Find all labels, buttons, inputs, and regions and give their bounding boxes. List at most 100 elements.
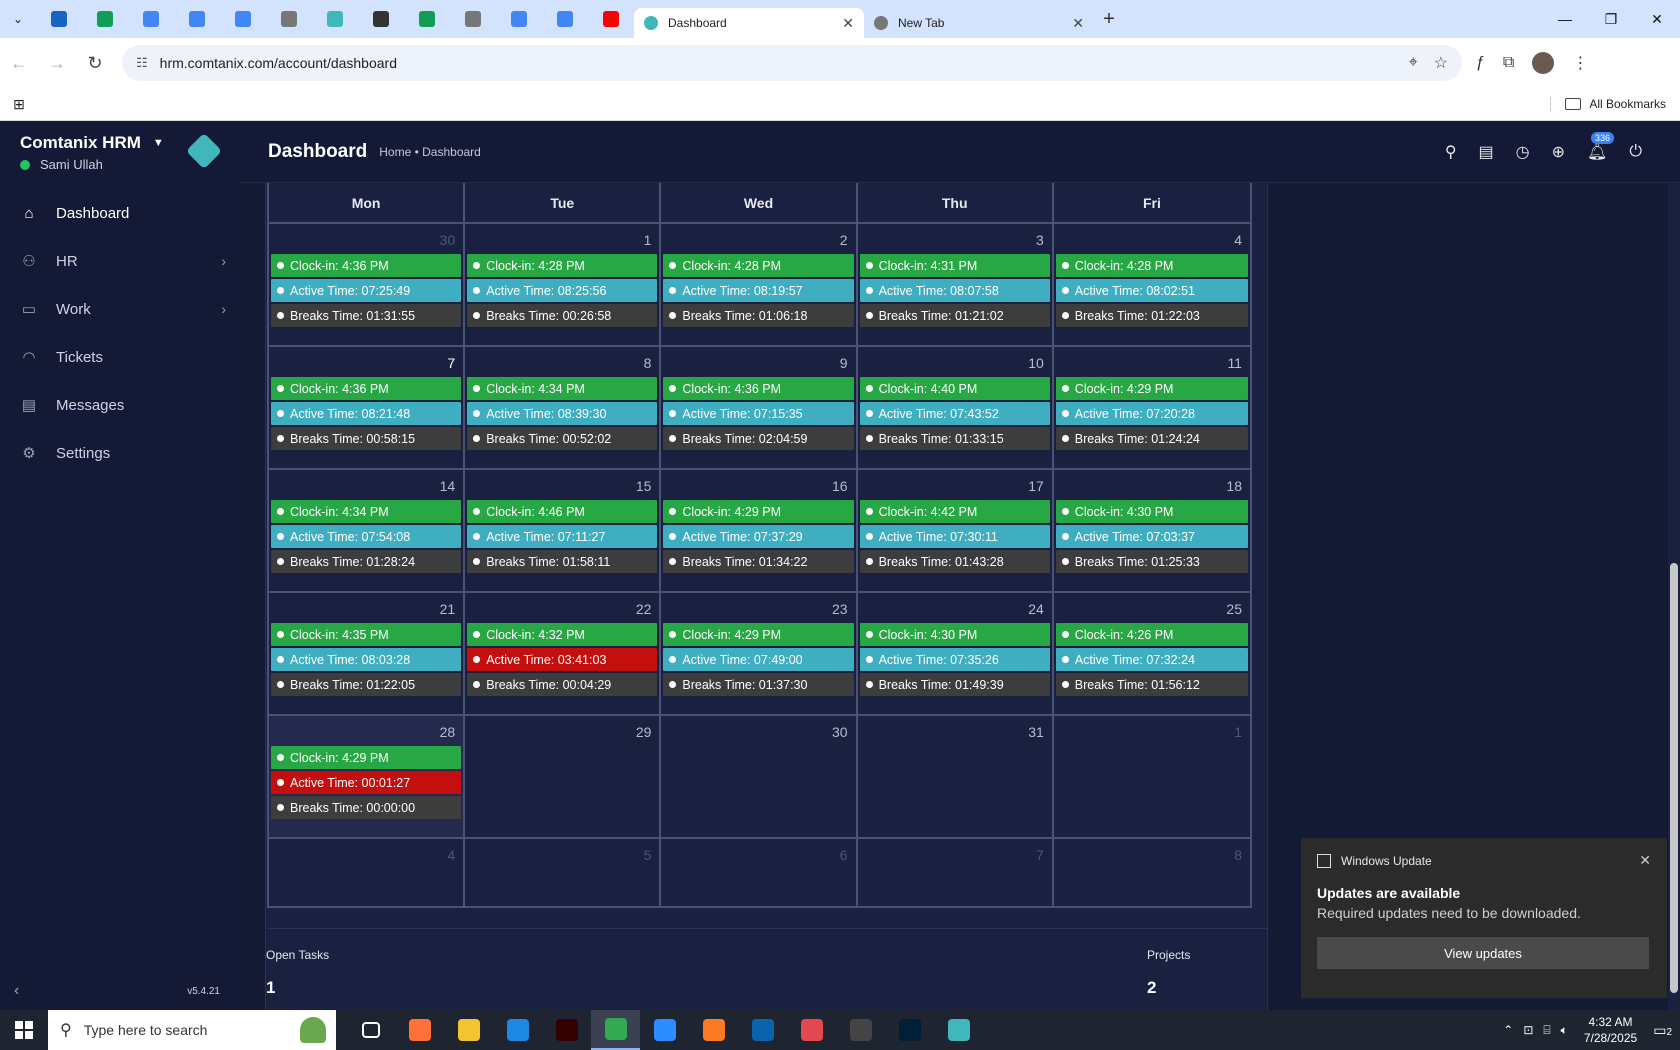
pinned-tab[interactable] bbox=[266, 0, 312, 38]
calendar-day-cell[interactable]: 5 bbox=[465, 839, 662, 906]
pinned-tab[interactable] bbox=[588, 0, 634, 38]
attendance-event[interactable]: Active Time: 08:07:58 bbox=[859, 279, 1050, 302]
open-tasks-value[interactable]: 1 bbox=[266, 978, 275, 998]
attendance-event[interactable]: Breaks Time: 01:33:15 bbox=[859, 427, 1050, 450]
attendance-event[interactable]: Breaks Time: 00:52:02 bbox=[467, 427, 658, 450]
calendar-day-cell[interactable]: 1 bbox=[1054, 716, 1250, 837]
attendance-event[interactable]: Active Time: 08:03:28 bbox=[271, 648, 462, 671]
calendar-day-cell[interactable]: 18 Clock-in: 4:30 PM Active Time: 07:03:37… bbox=[1054, 470, 1250, 591]
volume-icon[interactable]: 🔈︎ bbox=[1561, 1023, 1568, 1038]
attendance-event[interactable]: Active Time: 03:41:03 bbox=[467, 648, 658, 671]
profile-avatar[interactable] bbox=[1532, 52, 1555, 74]
attendance-event[interactable]: Clock-in: 4:29 PM bbox=[663, 623, 854, 646]
close-window-button[interactable]: ✕ bbox=[1634, 11, 1680, 28]
calendar-day-cell[interactable]: 24 Clock-in: 4:30 PM Active Time: 07:35:26… bbox=[858, 593, 1054, 714]
taskbar-app[interactable] bbox=[346, 1010, 395, 1050]
calendar-day-cell[interactable]: 30 bbox=[661, 716, 858, 837]
calendar-day-cell[interactable]: 15 Clock-in: 4:46 PM Active Time: 07:11:27… bbox=[465, 470, 662, 591]
calendar-day-cell[interactable]: 14 Clock-in: 4:34 PM Active Time: 07:54:08… bbox=[269, 470, 466, 591]
add-circle-icon[interactable]: ⊕ bbox=[1552, 142, 1565, 162]
pinned-tab[interactable] bbox=[174, 0, 220, 38]
taskbar-search[interactable]: ⚲ Type here to search bbox=[48, 1010, 336, 1050]
attendance-event[interactable]: Clock-in: 4:42 PM bbox=[859, 500, 1050, 523]
network-alert-icon[interactable]: ⊡ bbox=[1523, 1023, 1533, 1037]
taskbar-app[interactable] bbox=[493, 1010, 542, 1050]
wifi-icon[interactable]: ⌸ bbox=[1543, 1023, 1550, 1038]
attendance-event[interactable]: Active Time: 07:30:11 bbox=[859, 525, 1050, 548]
pinned-tab[interactable] bbox=[220, 0, 266, 38]
projects-value[interactable]: 2 bbox=[1147, 978, 1156, 998]
tab-search-button[interactable]: ⌄ bbox=[0, 0, 36, 38]
collapse-sidebar-icon[interactable]: ‹ bbox=[14, 982, 19, 1000]
taskbar-app[interactable] bbox=[787, 1010, 836, 1050]
attendance-event[interactable]: Clock-in: 4:31 PM bbox=[859, 254, 1050, 277]
attendance-event[interactable]: Clock-in: 4:30 PM bbox=[1055, 500, 1248, 523]
chevron-down-icon[interactable]: ▼ bbox=[153, 137, 164, 149]
attendance-event[interactable]: Active Time: 08:19:57 bbox=[663, 279, 854, 302]
attendance-event[interactable]: Clock-in: 4:32 PM bbox=[467, 623, 658, 646]
attendance-event[interactable]: Clock-in: 4:36 PM bbox=[271, 254, 462, 277]
calendar-day-cell[interactable]: 3 Clock-in: 4:31 PM Active Time: 08:07:58 B… bbox=[858, 224, 1054, 345]
calendar-day-cell[interactable]: 29 bbox=[465, 716, 662, 837]
bookmark-star-icon[interactable]: ☆ bbox=[1434, 53, 1448, 73]
reload-button[interactable]: ↻ bbox=[76, 53, 114, 74]
taskbar-app[interactable] bbox=[542, 1010, 591, 1050]
start-button[interactable] bbox=[0, 1010, 48, 1050]
all-bookmarks-button[interactable]: All Bookmarks bbox=[1550, 97, 1666, 111]
attendance-event[interactable]: Breaks Time: 01:37:30 bbox=[663, 673, 854, 696]
attendance-event[interactable]: Active Time: 07:35:26 bbox=[859, 648, 1050, 671]
sidebar-item-hr[interactable]: ⚇ HR › bbox=[0, 237, 240, 285]
attendance-event[interactable]: Active Time: 08:02:51 bbox=[1055, 279, 1248, 302]
calendar-day-cell[interactable]: 21 Clock-in: 4:35 PM Active Time: 08:03:28… bbox=[269, 593, 466, 714]
attendance-event[interactable]: Active Time: 07:32:24 bbox=[1055, 648, 1248, 671]
pinned-tab[interactable] bbox=[450, 0, 496, 38]
attendance-event[interactable]: Breaks Time: 00:04:29 bbox=[467, 673, 658, 696]
attendance-event[interactable]: Breaks Time: 01:22:05 bbox=[271, 673, 462, 696]
calendar-day-cell[interactable]: 4 bbox=[269, 839, 466, 906]
calendar-day-cell[interactable]: 17 Clock-in: 4:42 PM Active Time: 07:30:11… bbox=[858, 470, 1054, 591]
attendance-event[interactable]: Breaks Time: 01:58:11 bbox=[467, 550, 658, 573]
attendance-event[interactable]: Breaks Time: 01:25:33 bbox=[1055, 550, 1248, 573]
omnibox[interactable]: ☷ hrm.comtanix.com/account/dashboard ⌖ ☆ bbox=[122, 45, 1462, 81]
calendar-day-cell[interactable]: 30 Clock-in: 4:36 PM Active Time: 07:25:49… bbox=[269, 224, 466, 345]
scroll-thumb[interactable] bbox=[1670, 563, 1678, 993]
sidebar-item-tickets[interactable]: ◠ Tickets bbox=[0, 333, 240, 381]
attendance-event[interactable]: Clock-in: 4:34 PM bbox=[467, 377, 658, 400]
attendance-event[interactable]: Breaks Time: 01:31:55 bbox=[271, 304, 462, 327]
attendance-event[interactable]: Clock-in: 4:34 PM bbox=[271, 500, 462, 523]
attendance-event[interactable]: Breaks Time: 01:34:22 bbox=[663, 550, 854, 573]
pinned-tab[interactable] bbox=[312, 0, 358, 38]
attendance-event[interactable]: Breaks Time: 00:58:15 bbox=[271, 427, 462, 450]
attendance-event[interactable]: Active Time: 00:01:27 bbox=[271, 771, 462, 794]
sidebar-item-dashboard[interactable]: ⌂ Dashboard bbox=[0, 189, 240, 237]
pinned-tab[interactable] bbox=[128, 0, 174, 38]
calendar-day-cell[interactable]: 7 bbox=[858, 839, 1054, 906]
taskbar-app[interactable] bbox=[885, 1010, 934, 1050]
calendar-day-cell[interactable]: 8 Clock-in: 4:34 PM Active Time: 08:39:30 B… bbox=[465, 347, 662, 468]
pinned-tab[interactable] bbox=[358, 0, 404, 38]
close-tab-icon[interactable]: ✕ bbox=[842, 15, 854, 32]
attendance-event[interactable]: Breaks Time: 01:24:24 bbox=[1055, 427, 1248, 450]
tab-dashboard[interactable]: Dashboard ✕ bbox=[634, 8, 864, 38]
clock-icon[interactable]: ◷ bbox=[1516, 142, 1530, 162]
attendance-event[interactable]: Clock-in: 4:28 PM bbox=[663, 254, 854, 277]
attendance-event[interactable]: Breaks Time: 00:26:58 bbox=[467, 304, 658, 327]
location-icon[interactable]: ⌖ bbox=[1409, 54, 1418, 72]
calendar-day-cell[interactable]: 22 Clock-in: 4:32 PM Active Time: 03:41:03… bbox=[465, 593, 662, 714]
calendar-day-cell[interactable]: 23 Clock-in: 4:29 PM Active Time: 07:49:00… bbox=[661, 593, 858, 714]
extension-f-icon[interactable]: ƒ bbox=[1476, 54, 1485, 72]
attendance-event[interactable]: Active Time: 08:39:30 bbox=[467, 402, 658, 425]
calendar-day-cell[interactable]: 7 Clock-in: 4:36 PM Active Time: 08:21:48 B… bbox=[269, 347, 466, 468]
calendar-day-cell[interactable]: 16 Clock-in: 4:29 PM Active Time: 07:37:29… bbox=[661, 470, 858, 591]
site-info-icon[interactable]: ☷ bbox=[136, 55, 148, 71]
attendance-event[interactable]: Active Time: 07:49:00 bbox=[663, 648, 854, 671]
minimize-button[interactable]: — bbox=[1542, 11, 1588, 28]
calendar-day-cell[interactable]: 1 Clock-in: 4:28 PM Active Time: 08:25:56 B… bbox=[465, 224, 662, 345]
calendar-day-cell[interactable]: 2 Clock-in: 4:28 PM Active Time: 08:19:57 B… bbox=[661, 224, 858, 345]
restore-button[interactable]: ❐ bbox=[1588, 11, 1634, 28]
attendance-event[interactable]: Clock-in: 4:29 PM bbox=[1055, 377, 1248, 400]
taskbar-app[interactable] bbox=[934, 1010, 983, 1050]
attendance-event[interactable]: Clock-in: 4:35 PM bbox=[271, 623, 462, 646]
attendance-event[interactable]: Clock-in: 4:36 PM bbox=[271, 377, 462, 400]
attendance-event[interactable]: Breaks Time: 00:00:00 bbox=[271, 796, 462, 819]
